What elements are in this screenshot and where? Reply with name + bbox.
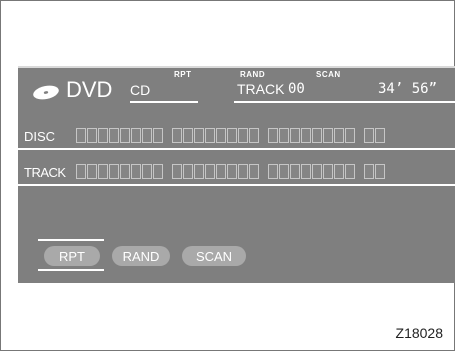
mode-label: DVD [66,77,113,102]
scan-button[interactable]: SCAN [182,246,246,266]
track-number: 00 [288,81,305,97]
track-segment-group [172,164,260,181]
cd-underline [130,101,198,103]
disc-row-underline [18,148,455,150]
track-segment-group [268,164,356,181]
disc-segment-bar [76,128,386,145]
display-top-border [18,66,455,68]
disc-segment-group [364,128,386,145]
rand-button[interactable]: RAND [112,246,170,266]
track-underline [234,101,455,103]
track-label: TRACK [237,81,285,97]
rpt-active-bottom-line [38,269,104,271]
track-row-underline [18,184,455,186]
dvd-display-screen: DVD RPT RAND SCAN CD TRACK 00 34’ 56” DI… [18,66,455,283]
rpt-active-top-line [38,239,104,241]
rand-indicator: RAND [240,70,266,79]
rpt-indicator: RPT [174,70,192,79]
disc-segment-group [76,128,164,145]
scan-indicator: SCAN [316,70,341,79]
track-segment-group [364,164,386,181]
figure-code: Z18028 [395,325,443,341]
disc-segment-group [172,128,260,145]
track-segment-bar [76,164,386,181]
disc-type-label: CD [130,82,151,98]
rpt-button[interactable]: RPT [44,246,100,266]
elapsed-time: 34’ 56” [378,81,438,97]
disc-segment-group [268,128,356,145]
track-row-label: TRACK [24,165,66,180]
track-segment-group [76,164,164,181]
disc-icon [33,85,59,100]
disc-row-label: DISC [24,129,56,144]
